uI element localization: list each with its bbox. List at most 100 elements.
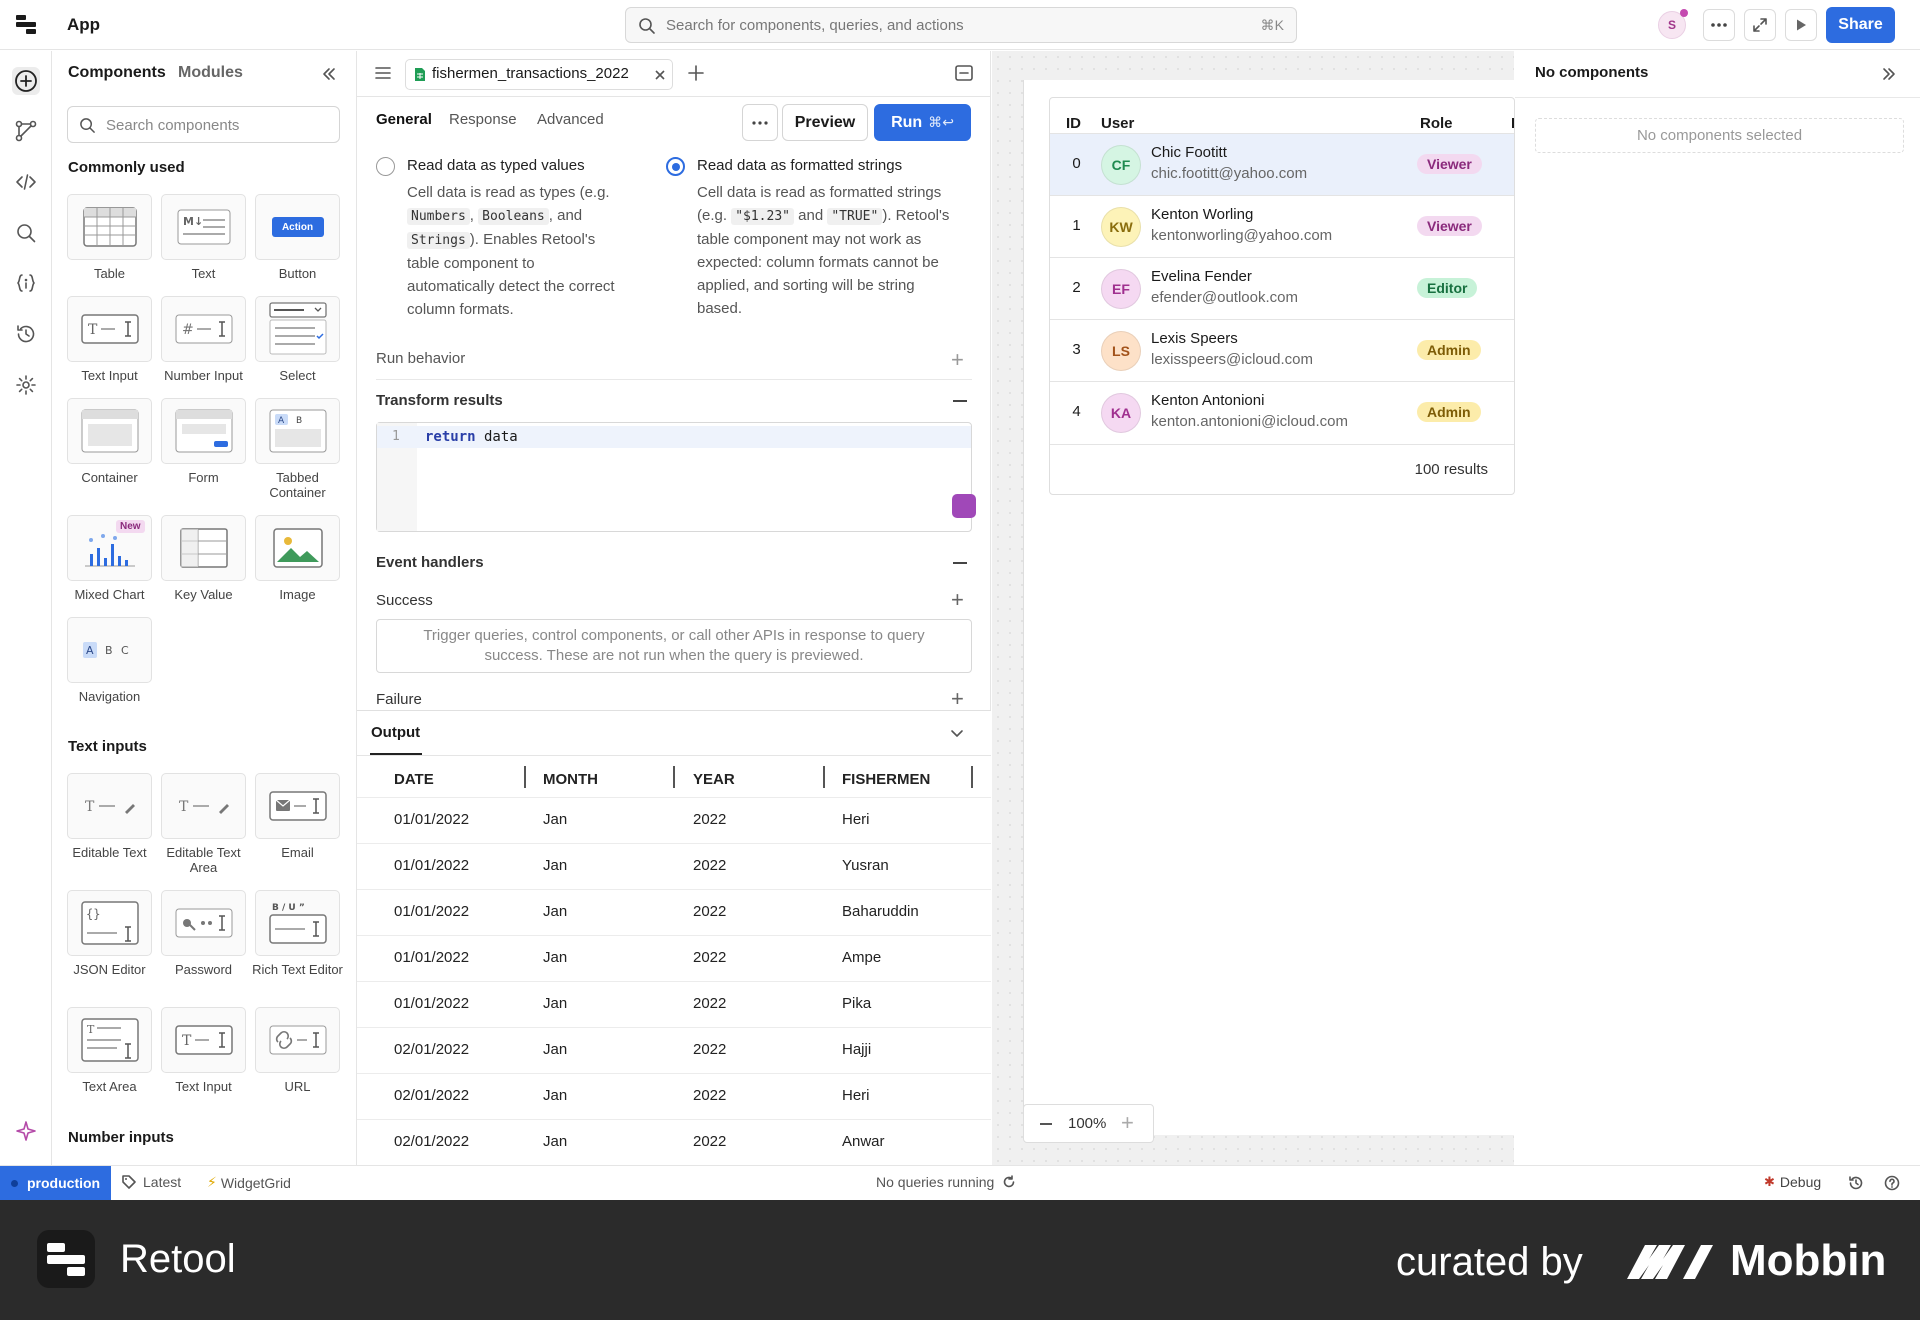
component-tile-button[interactable]: Action [255, 194, 340, 260]
table-row[interactable]: 01/01/2022 Jan 2022 Ampe [357, 935, 991, 981]
search-icon[interactable] [12, 219, 40, 247]
component-tile-select[interactable] [255, 296, 340, 362]
add-success-handler-icon[interactable]: + [951, 589, 964, 611]
table-row[interactable]: 2 EF Evelina Fender efender@outlook.com Edit… [1050, 257, 1514, 319]
history-icon[interactable] [1848, 1175, 1864, 1191]
users-table[interactable]: ID User Role E 0CFChic Footittchic.footi… [1049, 97, 1515, 495]
component-tile-text-input-2[interactable]: T [161, 1007, 246, 1073]
output-title[interactable]: Output [371, 724, 420, 741]
tab-modules[interactable]: Modules [178, 64, 243, 82]
component-tile-form[interactable] [161, 398, 246, 464]
radio-typed-values[interactable] [376, 157, 395, 176]
table-row[interactable]: 01/01/2022 Jan 2022 Yusran [357, 843, 991, 889]
workflow-icon[interactable] [12, 117, 40, 145]
column-header-role[interactable]: Role [1420, 115, 1453, 132]
table-row[interactable]: 01/01/2022 Jan 2022 Baharuddin [357, 889, 991, 935]
component-tile-text-input[interactable]: T [67, 296, 152, 362]
event-handlers-label[interactable]: Event handlers [376, 554, 484, 571]
component-tile-container[interactable] [67, 398, 152, 464]
component-tile-email[interactable] [255, 773, 340, 839]
component-tile-url[interactable] [255, 1007, 340, 1073]
help-icon[interactable] [1884, 1175, 1900, 1191]
run-button[interactable]: Run ⌘↩ [874, 104, 971, 141]
release-version[interactable]: Latest [122, 1174, 181, 1190]
component-tile-rich-text-editor[interactable]: B / U ” [255, 890, 340, 956]
table-row[interactable]: 01/01/2022 Jan 2022 Heri [357, 797, 991, 843]
run-behavior-label[interactable]: Run behavior [376, 350, 465, 367]
component-tile-tabbed-container[interactable]: AB [255, 398, 340, 464]
column-resize-handle[interactable] [971, 766, 973, 788]
table-row[interactable]: 4 KA Kenton Antonioni kenton.antonioni@iclo… [1050, 381, 1514, 443]
add-failure-handler-icon[interactable]: + [951, 688, 964, 710]
state-icon[interactable] [12, 269, 40, 297]
table-row[interactable]: 02/01/2022 Jan 2022 Heri [357, 1073, 991, 1119]
query-more-button[interactable] [742, 104, 778, 141]
retool-logo-icon[interactable] [16, 14, 38, 36]
column-header-fishermen[interactable]: FISHERMEN [842, 771, 930, 788]
ai-assist-button[interactable] [952, 494, 976, 518]
global-search-input[interactable]: Search for components, queries, and acti… [625, 7, 1297, 43]
column-resize-handle[interactable] [673, 766, 675, 788]
tab-general[interactable]: General [376, 111, 432, 128]
component-tile-image[interactable] [255, 515, 340, 581]
code-icon[interactable] [12, 168, 40, 196]
tab-response[interactable]: Response [449, 111, 517, 128]
more-options-button[interactable] [1703, 9, 1735, 41]
table-row[interactable]: 01/01/2022 Jan 2022 Pika [357, 981, 991, 1027]
refresh-icon[interactable] [1002, 1175, 1016, 1189]
component-tile-mixed-chart[interactable]: New [67, 515, 152, 581]
table-row[interactable]: 1 KW Kenton Worling kentonworling@yahoo.com… [1050, 195, 1514, 257]
zoom-in-icon[interactable]: + [1121, 1112, 1134, 1134]
table-row[interactable]: 3 LS Lexis Speers lexisspeers@icloud.com Adm… [1050, 319, 1514, 381]
component-tile-navigation[interactable]: ABC [67, 617, 152, 683]
table-row[interactable]: 02/01/2022 Jan 2022 Hajji [357, 1027, 991, 1073]
preview-button[interactable]: Preview [782, 104, 868, 141]
expand-panel-icon[interactable] [1881, 66, 1897, 82]
settings-gear-icon[interactable] [12, 371, 40, 399]
transform-code-editor[interactable]: 1 return data [376, 422, 976, 532]
column-header-month[interactable]: MONTH [543, 771, 598, 788]
component-tile-table[interactable] [67, 194, 152, 260]
fullscreen-button[interactable] [1744, 9, 1776, 41]
query-file-tab[interactable]: fishermen_transactions_2022 [405, 59, 673, 90]
tab-components[interactable]: Components [68, 64, 166, 82]
tab-advanced[interactable]: Advanced [537, 111, 604, 128]
add-component-icon[interactable] [12, 67, 40, 95]
preview-app-button[interactable] [1785, 9, 1817, 41]
component-tile-password[interactable] [161, 890, 246, 956]
close-icon[interactable] [654, 69, 666, 81]
component-tile-text-area[interactable]: T [67, 1007, 152, 1073]
minimize-panel-icon[interactable] [955, 65, 973, 81]
add-query-icon[interactable] [687, 64, 705, 82]
table-row[interactable]: 02/01/2022 Jan 2022 Anwar [357, 1119, 991, 1165]
transform-results-label[interactable]: Transform results [376, 392, 503, 409]
query-list-menu-icon[interactable] [374, 65, 392, 81]
column-header-id[interactable]: ID [1066, 115, 1081, 132]
share-button[interactable]: Share [1826, 7, 1895, 43]
collapse-event-handlers-icon[interactable] [953, 562, 967, 564]
zoom-out-icon[interactable] [1040, 1123, 1052, 1125]
column-resize-handle[interactable] [823, 766, 825, 788]
component-tile-text[interactable]: M↓ [161, 194, 246, 260]
component-tile-editable-text-area[interactable]: T [161, 773, 246, 839]
component-tile-editable-text[interactable]: T [67, 773, 152, 839]
app-title[interactable]: App [67, 15, 100, 35]
ai-assist-icon[interactable] [12, 1117, 40, 1145]
app-canvas[interactable]: ID User Role E 0CFChic Footittchic.footi… [992, 51, 1515, 1165]
widget-grid-link[interactable]: ⚡ WidgetGrid [207, 1174, 291, 1191]
component-search-input[interactable]: Search components [67, 106, 340, 143]
column-header-year[interactable]: YEAR [693, 771, 735, 788]
collapse-panel-icon[interactable] [321, 66, 337, 82]
column-header-user[interactable]: User [1101, 115, 1134, 132]
column-header-date[interactable]: DATE [394, 771, 434, 788]
component-tile-key-value[interactable] [161, 515, 246, 581]
expand-run-behavior-icon[interactable]: + [951, 349, 964, 371]
radio-formatted-strings[interactable] [666, 157, 685, 176]
table-row[interactable]: 0 CF Chic Footitt chic.footitt@yahoo.com Vie… [1050, 133, 1514, 195]
component-tile-json-editor[interactable]: {} [67, 890, 152, 956]
debug-button[interactable]: ✱ Debug [1764, 1174, 1821, 1190]
collapse-transform-icon[interactable] [953, 400, 967, 402]
component-tile-number-input[interactable]: # [161, 296, 246, 362]
chevron-down-icon[interactable] [950, 726, 964, 740]
column-resize-handle[interactable] [524, 766, 526, 788]
